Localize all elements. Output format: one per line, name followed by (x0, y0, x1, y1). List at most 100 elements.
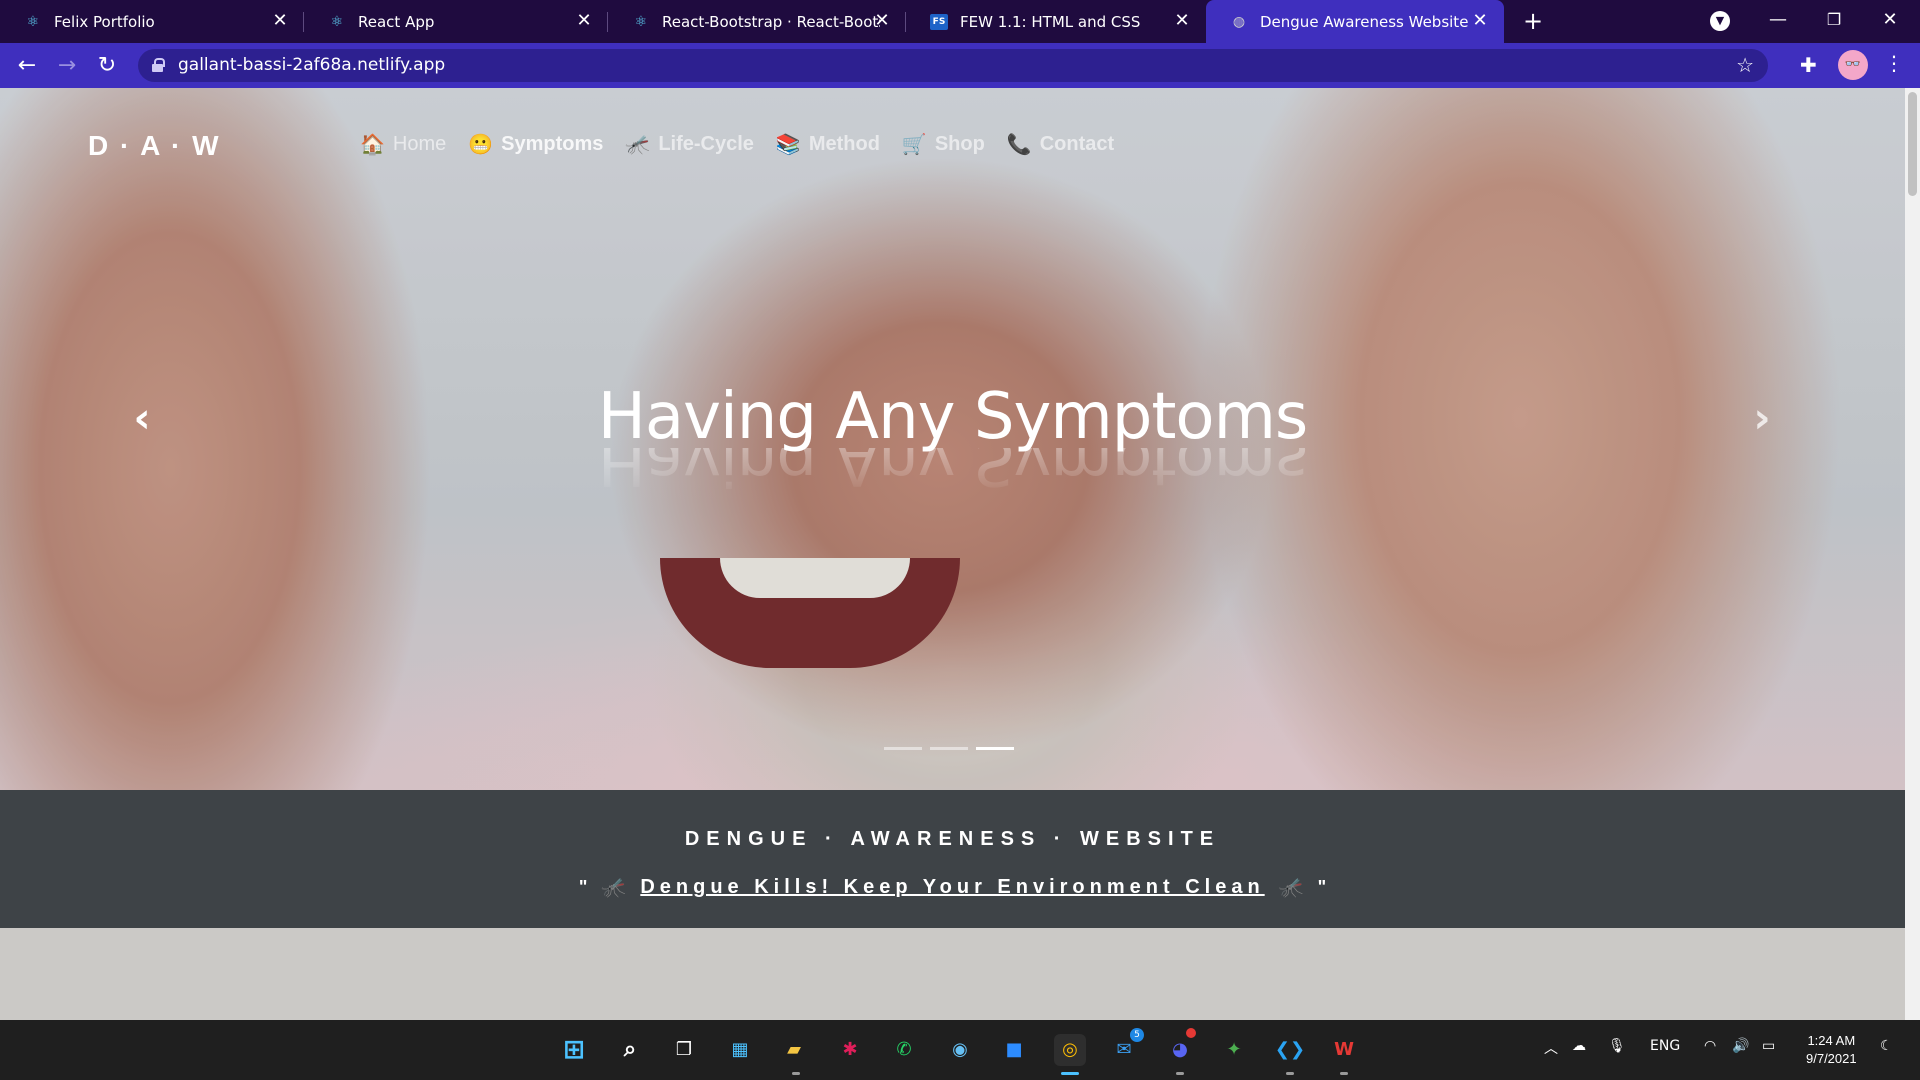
awareness-banner: DENGUE · AWARENESS · WEBSITE " 🦟 Dengue … (0, 790, 1905, 928)
address-bar[interactable]: gallant-bassi-2af68a.netlify.app ☆ (138, 49, 1768, 82)
carousel-indicators (884, 747, 1014, 750)
nav-label: Life-Cycle (658, 133, 754, 155)
close-icon[interactable]: ✕ (1470, 11, 1490, 31)
notifications-icon[interactable]: ☾ (1880, 1038, 1893, 1054)
cloud-icon[interactable]: ☁ (1572, 1038, 1586, 1054)
whatsapp-icon[interactable]: ✆ (888, 1034, 920, 1066)
windows-taskbar: ⊞ ⌕ ❐ ▦ ▰ ✱ ✆ ◉ ■ ◎ ✉ 5 ◕ ✦ ❮❯ W ︿ ☁ 🎙 E… (0, 1020, 1920, 1080)
globe-icon: ◍ (1232, 13, 1246, 30)
nav-symptoms[interactable]: 😬 Symptoms (468, 132, 603, 157)
widgets-icon[interactable]: ▦ (724, 1034, 756, 1066)
running-indicator (1176, 1072, 1184, 1075)
running-indicator-active (1061, 1072, 1079, 1075)
url-text[interactable]: gallant-bassi-2af68a.netlify.app (178, 55, 445, 75)
scrollbar-thumb[interactable] (1908, 92, 1917, 196)
mosquito-icon: 🦟 (625, 134, 651, 156)
main-nav: 🏠 Home 😬 Symptoms 🦟 Life-Cycle 📚 Method … (360, 132, 1114, 157)
react-icon: ⚛ (330, 13, 344, 30)
tab-few-html-css[interactable]: FS FEW 1.1: HTML and CSS ✕ (906, 0, 1206, 43)
nav-method[interactable]: 📚 Method (776, 132, 880, 157)
new-tab-button[interactable]: + (1520, 8, 1546, 34)
cart-icon: 🛒 (901, 134, 927, 156)
tab-search-button[interactable]: ▼ (1710, 11, 1730, 31)
mosquito-icon: 🦟 (601, 877, 627, 899)
nav-label: Method (808, 133, 880, 155)
nav-label: Shop (934, 133, 985, 155)
browser-menu-icon[interactable]: ⋮ (1884, 51, 1904, 75)
microphone-icon[interactable]: 🎙 (1608, 1038, 1626, 1054)
app-icon[interactable]: ✦ (1218, 1034, 1250, 1066)
chevron-up-icon[interactable]: ︿ (1544, 1038, 1558, 1058)
carousel-prev-button[interactable]: ‹ (122, 397, 162, 439)
nav-home[interactable]: 🏠 Home (360, 132, 446, 157)
chrome-icon[interactable]: ◎ (1054, 1034, 1086, 1066)
reload-button[interactable]: ↻ (92, 51, 122, 81)
zoom-icon[interactable]: ■ (998, 1034, 1030, 1066)
carousel-indicator[interactable] (930, 747, 968, 750)
close-icon[interactable]: ✕ (574, 11, 594, 31)
running-indicator (1340, 1072, 1348, 1075)
nav-label: Home (392, 133, 447, 155)
phone-icon: 📞 (1006, 134, 1032, 156)
react-icon: ⚛ (634, 13, 648, 30)
tab-react-app[interactable]: ⚛ React App ✕ (304, 0, 608, 43)
clock-date: 9/7/2021 (1806, 1051, 1857, 1066)
wifi-icon[interactable]: ◠ (1704, 1038, 1716, 1054)
tab-react-bootstrap[interactable]: ⚛ React-Bootstrap · React-Bootstrap ✕ (608, 0, 906, 43)
tab-title: FEW 1.1: HTML and CSS (960, 12, 1141, 31)
carousel-next-button[interactable]: › (1742, 397, 1782, 439)
vscode-icon[interactable]: ❮❯ (1274, 1034, 1306, 1066)
react-icon: ⚛ (26, 13, 40, 30)
task-view-icon[interactable]: ❐ (668, 1034, 700, 1066)
tab-title: React App (358, 12, 435, 31)
close-icon[interactable]: ✕ (872, 11, 892, 31)
language-indicator[interactable]: ENG (1650, 1038, 1680, 1054)
windows-start-icon[interactable]: ⊞ (558, 1034, 590, 1066)
minimize-button[interactable]: — (1758, 4, 1798, 36)
battery-icon[interactable]: ▭ (1762, 1038, 1775, 1054)
slack-icon[interactable]: ✱ (834, 1034, 866, 1066)
back-button[interactable]: ← (12, 51, 42, 81)
close-window-button[interactable]: ✕ (1870, 4, 1910, 36)
carousel-caption-reflection: Having Any Symptoms (597, 448, 1308, 496)
carousel-caption: Having Any Symptoms Having Any Symptoms (0, 380, 1905, 496)
nav-shop[interactable]: 🛒 Shop (902, 132, 985, 157)
carousel-indicator-active[interactable] (976, 747, 1014, 750)
lock-icon[interactable] (152, 58, 165, 72)
carousel-indicator[interactable] (884, 747, 922, 750)
running-indicator (792, 1072, 800, 1075)
running-indicator (1286, 1072, 1294, 1075)
close-icon[interactable]: ✕ (1172, 11, 1192, 31)
tab-title: React-Bootstrap · React-Bootstrap (662, 12, 880, 31)
mail-badge: 5 (1130, 1028, 1144, 1042)
file-explorer-icon[interactable]: ▰ (778, 1034, 810, 1066)
mosquito-icon: 🦟 (1278, 877, 1304, 899)
profile-avatar[interactable]: 👓 (1838, 50, 1868, 80)
wps-office-icon[interactable]: W (1328, 1034, 1360, 1066)
search-icon[interactable]: ⌕ (614, 1034, 646, 1066)
nav-life-cycle[interactable]: 🦟 Life-Cycle (625, 132, 754, 157)
nav-label: Symptoms (501, 133, 604, 155)
tab-title: Dengue Awareness Website (1260, 12, 1469, 31)
house-icon: 🏠 (360, 134, 385, 156)
extensions-icon[interactable]: ✚ (1800, 53, 1817, 77)
site-brand[interactable]: D · A · W (88, 130, 221, 162)
forward-button[interactable]: → (52, 51, 82, 81)
close-icon[interactable]: ✕ (270, 11, 290, 31)
slogan-link[interactable]: Dengue Kills! Keep Your Environment Clea… (640, 876, 1264, 899)
notification-dot (1186, 1028, 1196, 1038)
steam-icon[interactable]: ◉ (944, 1034, 976, 1066)
face-icon: 😬 (468, 134, 494, 156)
bookmark-star-icon[interactable]: ☆ (1736, 53, 1754, 77)
tab-felix-portfolio[interactable]: ⚛ Felix Portfolio ✕ (0, 0, 304, 43)
quote-close: " (1317, 877, 1327, 897)
discord-icon[interactable]: ◕ (1164, 1034, 1196, 1066)
volume-icon[interactable]: 🔊 (1732, 1038, 1749, 1054)
restore-button[interactable]: ❐ (1814, 4, 1854, 36)
tab-dengue-awareness[interactable]: ◍ Dengue Awareness Website ✕ (1206, 0, 1504, 43)
tab-strip: ⚛ Felix Portfolio ✕ ⚛ React App ✕ ⚛ Reac… (0, 0, 1920, 43)
system-clock[interactable]: 1:24 AM 9/7/2021 (1806, 1032, 1857, 1068)
browser-toolbar: ← → ↻ gallant-bassi-2af68a.netlify.app ☆… (0, 43, 1920, 88)
nav-contact[interactable]: 📞 Contact (1007, 132, 1114, 157)
page-scrollbar[interactable] (1905, 88, 1920, 1020)
